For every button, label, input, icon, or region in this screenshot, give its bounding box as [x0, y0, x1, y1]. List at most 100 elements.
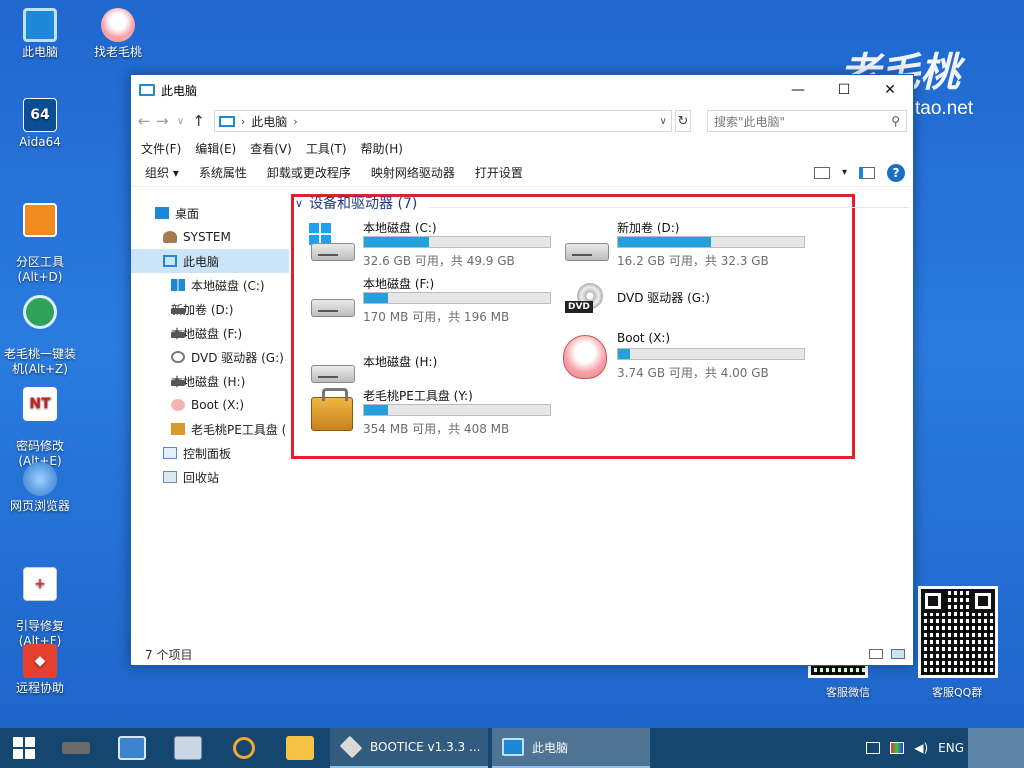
address-bar[interactable]: › 此电脑 › ∨ — [213, 110, 672, 132]
address-row: ← → ∨ ↑ › 此电脑 › ∨ ↻ 搜索"此电脑" ⚲ — [131, 105, 913, 137]
drive-tile-boot-x[interactable]: Boot (X:) 3.74 GB 可用，共 4.00 GB — [563, 331, 813, 385]
drive-name: 本地磁盘 (F:) — [363, 277, 435, 291]
taskbar: BOOTICE v1.3.3 ... 此电脑 ◀) ENG — [0, 728, 1024, 768]
menu-file[interactable]: 文件(F) — [141, 140, 181, 157]
desktop-icon-label: Aida64 — [19, 135, 61, 149]
nav-item-recycle-bin[interactable]: 回收站 — [131, 465, 289, 489]
peach-mascot-icon — [101, 8, 135, 42]
minimize-button[interactable]: — — [775, 75, 821, 105]
drive-name: 老毛桃PE工具盘 (Y:) — [363, 389, 473, 403]
drive-tile-dvd-g[interactable]: DVD DVD 驱动器 (G:) — [563, 279, 813, 333]
nav-item-drive-d[interactable]: 新加卷 (D:) — [131, 297, 289, 321]
help-icon[interactable]: ? — [887, 163, 905, 182]
drive-usage-bar — [363, 292, 551, 304]
item-count: 7 个项目 — [145, 647, 193, 662]
drive-name: DVD 驱动器 (G:) — [617, 291, 710, 305]
breadcrumb-separator: › — [240, 114, 246, 128]
drive-tile-c[interactable]: 本地磁盘 (C:) 32.6 GB 可用，共 49.9 GB — [309, 219, 559, 273]
menu-help[interactable]: 帮助(H) — [361, 140, 403, 157]
chevron-down-icon[interactable]: ∨ — [295, 197, 303, 210]
drive-tile-f[interactable]: 本地磁盘 (F:) 170 MB 可用，共 196 MB — [309, 275, 559, 329]
open-settings-button[interactable]: 打开设置 — [475, 164, 523, 181]
desktop-icon-browser[interactable]: 网页浏览器 — [0, 462, 80, 514]
back-arrow-icon[interactable]: ← — [137, 112, 151, 130]
taskbar-app-this-pc[interactable]: 此电脑 — [492, 728, 650, 768]
main-pane: ∨ 设备和驱动器 (7) 本地磁盘 (C:) 32.6 GB 可用，共 49.9… — [289, 187, 913, 643]
command-toolbar: 组织 ▾ 系统属性 卸载或更改程序 映射网络驱动器 打开设置 ▾ ? — [131, 159, 913, 187]
drive-name: 本地磁盘 (H:) — [363, 355, 438, 369]
network-icon[interactable] — [866, 742, 881, 754]
menu-edit[interactable]: 编辑(E) — [195, 140, 236, 157]
close-button[interactable]: ✕ — [867, 75, 913, 105]
details-view-icon[interactable] — [869, 649, 883, 659]
chevron-down-icon[interactable]: ▾ — [842, 167, 847, 178]
nav-item-drive-f[interactable]: 本地磁盘 (F:) — [131, 321, 289, 345]
volume-icon[interactable]: ◀) — [914, 741, 928, 755]
bootice-icon — [339, 735, 363, 759]
tiles-view-icon[interactable] — [891, 649, 905, 659]
nav-item-drive-c[interactable]: 本地磁盘 (C:) — [131, 273, 289, 297]
search-input[interactable]: 搜索"此电脑" ⚲ — [707, 110, 908, 132]
nav-item-drive-h[interactable]: 本地磁盘 (H:) — [131, 369, 289, 393]
desktop-icon — [155, 207, 169, 219]
chevron-down-icon[interactable]: ∨ — [659, 116, 666, 127]
menu-tools[interactable]: 工具(T) — [306, 140, 347, 157]
taskbar-app-label: BOOTICE v1.3.3 ... — [370, 740, 481, 754]
organize-button[interactable]: 组织 ▾ — [145, 164, 179, 181]
refresh-icon[interactable]: ↻ — [674, 110, 692, 132]
nav-item-this-pc[interactable]: 此电脑 — [131, 249, 289, 273]
search-icon: ⚲ — [891, 114, 901, 128]
preview-pane-icon[interactable] — [859, 166, 875, 179]
window-titlebar[interactable]: 此电脑 — ☐ ✕ — [131, 75, 913, 105]
nav-item-boot-x[interactable]: Boot (X:) — [131, 393, 289, 417]
drive-space-info: 16.2 GB 可用，共 32.3 GB — [617, 254, 769, 268]
system-properties-button[interactable]: 系统属性 — [199, 164, 247, 181]
language-indicator[interactable]: ENG — [938, 741, 964, 755]
nav-item-label: DVD 驱动器 (G:) — [191, 350, 284, 365]
window-title: 此电脑 — [161, 83, 198, 98]
show-desktop-button[interactable] — [968, 728, 1024, 768]
drive-usage-bar — [363, 404, 551, 416]
maximize-button[interactable]: ☐ — [821, 75, 867, 105]
nav-item-label: 此电脑 — [183, 254, 220, 269]
map-network-drive-button[interactable]: 映射网络驱动器 — [371, 164, 455, 181]
desktop-icon-aida64[interactable]: 64 Aida64 — [0, 98, 80, 150]
taskbar-pin-file-explorer[interactable] — [272, 728, 328, 768]
taskbar-pin-keyboard[interactable] — [160, 728, 216, 768]
up-arrow-icon[interactable]: ↑ — [192, 112, 206, 130]
chevron-down-icon[interactable]: ∨ — [173, 116, 187, 127]
search-placeholder: 搜索"此电脑" — [714, 114, 786, 129]
change-view-icon[interactable] — [813, 166, 830, 179]
computer-icon — [23, 8, 57, 42]
start-button[interactable] — [0, 728, 48, 768]
taskbar-pin-computer-manage[interactable] — [104, 728, 160, 768]
nav-item-system[interactable]: SYSTEM — [131, 225, 289, 249]
drive-tile-pe-toolbox-y[interactable]: 老毛桃PE工具盘 (Y:) 354 MB 可用，共 408 MB — [309, 387, 559, 441]
dvd-icon — [171, 351, 185, 363]
desktop-icon-this-pc[interactable]: 此电脑 — [0, 8, 80, 60]
taskbar-pin-search-tool[interactable] — [216, 728, 272, 768]
breadcrumb-this-pc[interactable]: 此电脑 — [251, 113, 287, 130]
desktop-icon-remote-assist[interactable]: ◆ 远程协助 — [0, 644, 80, 696]
drive-space-info: 354 MB 可用，共 408 MB — [363, 422, 510, 436]
nav-item-control-panel[interactable]: 控制面板 — [131, 441, 289, 465]
taskbar-app-bootice[interactable]: BOOTICE v1.3.3 ... — [330, 728, 488, 768]
hdd-icon — [309, 345, 355, 385]
nav-item-desktop[interactable]: 桌面 — [131, 201, 289, 225]
nav-item-dvd-g[interactable]: DVD 驱动器 (G:) — [131, 345, 289, 369]
drive-tile-d[interactable]: 新加卷 (D:) 16.2 GB 可用，共 32.3 GB — [563, 219, 813, 273]
menu-view[interactable]: 查看(V) — [250, 140, 292, 157]
explorer-content: 桌面 SYSTEM 此电脑 本地磁盘 (C:) 新加卷 (D:) 本地磁盘 (F… — [131, 187, 913, 643]
nav-item-pe-toolbox-y[interactable]: 老毛桃PE工具盘 ( — [131, 417, 289, 441]
taskbar-pin-chip-tool[interactable] — [48, 728, 104, 768]
desktop-icon-label: 找老毛桃 — [93, 45, 142, 59]
uninstall-program-button[interactable]: 卸载或更改程序 — [267, 164, 351, 181]
desktop-icon-find-laomaotao[interactable]: 找老毛桃 — [78, 8, 158, 60]
screen-icon[interactable] — [890, 742, 905, 754]
desktop-icon-label: 此电脑 — [21, 45, 58, 59]
monitor-settings-icon — [118, 736, 146, 760]
group-header-devices[interactable]: ∨ 设备和驱动器 (7) — [295, 193, 417, 213]
group-divider — [429, 207, 909, 208]
drive-usage-bar — [617, 236, 805, 248]
forward-arrow-icon[interactable]: → — [155, 112, 169, 130]
